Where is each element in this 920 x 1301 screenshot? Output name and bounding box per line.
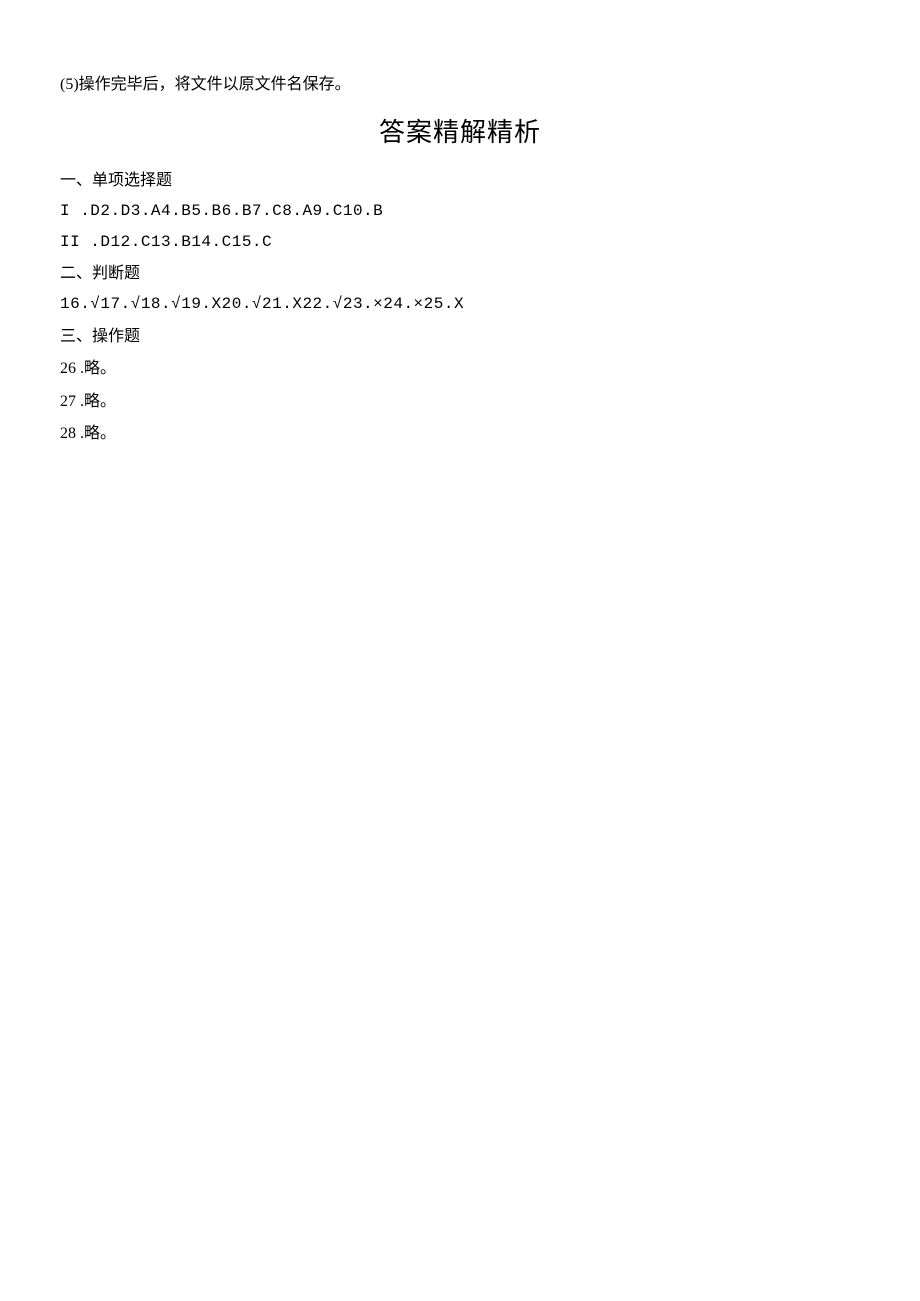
section-1-header: 一、单项选择题: [60, 166, 860, 196]
section-3-header: 三、操作题: [60, 322, 860, 352]
page-title: 答案精解精析: [60, 108, 860, 157]
section-2-answers-line-1: 16.√17.√18.√19.X20.√21.X22.√23.×24.×25.X: [60, 289, 860, 319]
section-1-answers-line-2: II .D12.C13.B14.C15.C: [60, 227, 860, 257]
instruction-line: (5)操作完毕后，将文件以原文件名保存。: [60, 70, 860, 100]
section-3-item-28: 28 .略。: [60, 419, 860, 449]
section-3-item-27: 27 .略。: [60, 387, 860, 417]
section-3-item-26: 26 .略。: [60, 354, 860, 384]
section-1-answers-line-1: I .D2.D3.A4.B5.B6.B7.C8.A9.C10.B: [60, 196, 860, 226]
section-2-header: 二、判断题: [60, 259, 860, 289]
